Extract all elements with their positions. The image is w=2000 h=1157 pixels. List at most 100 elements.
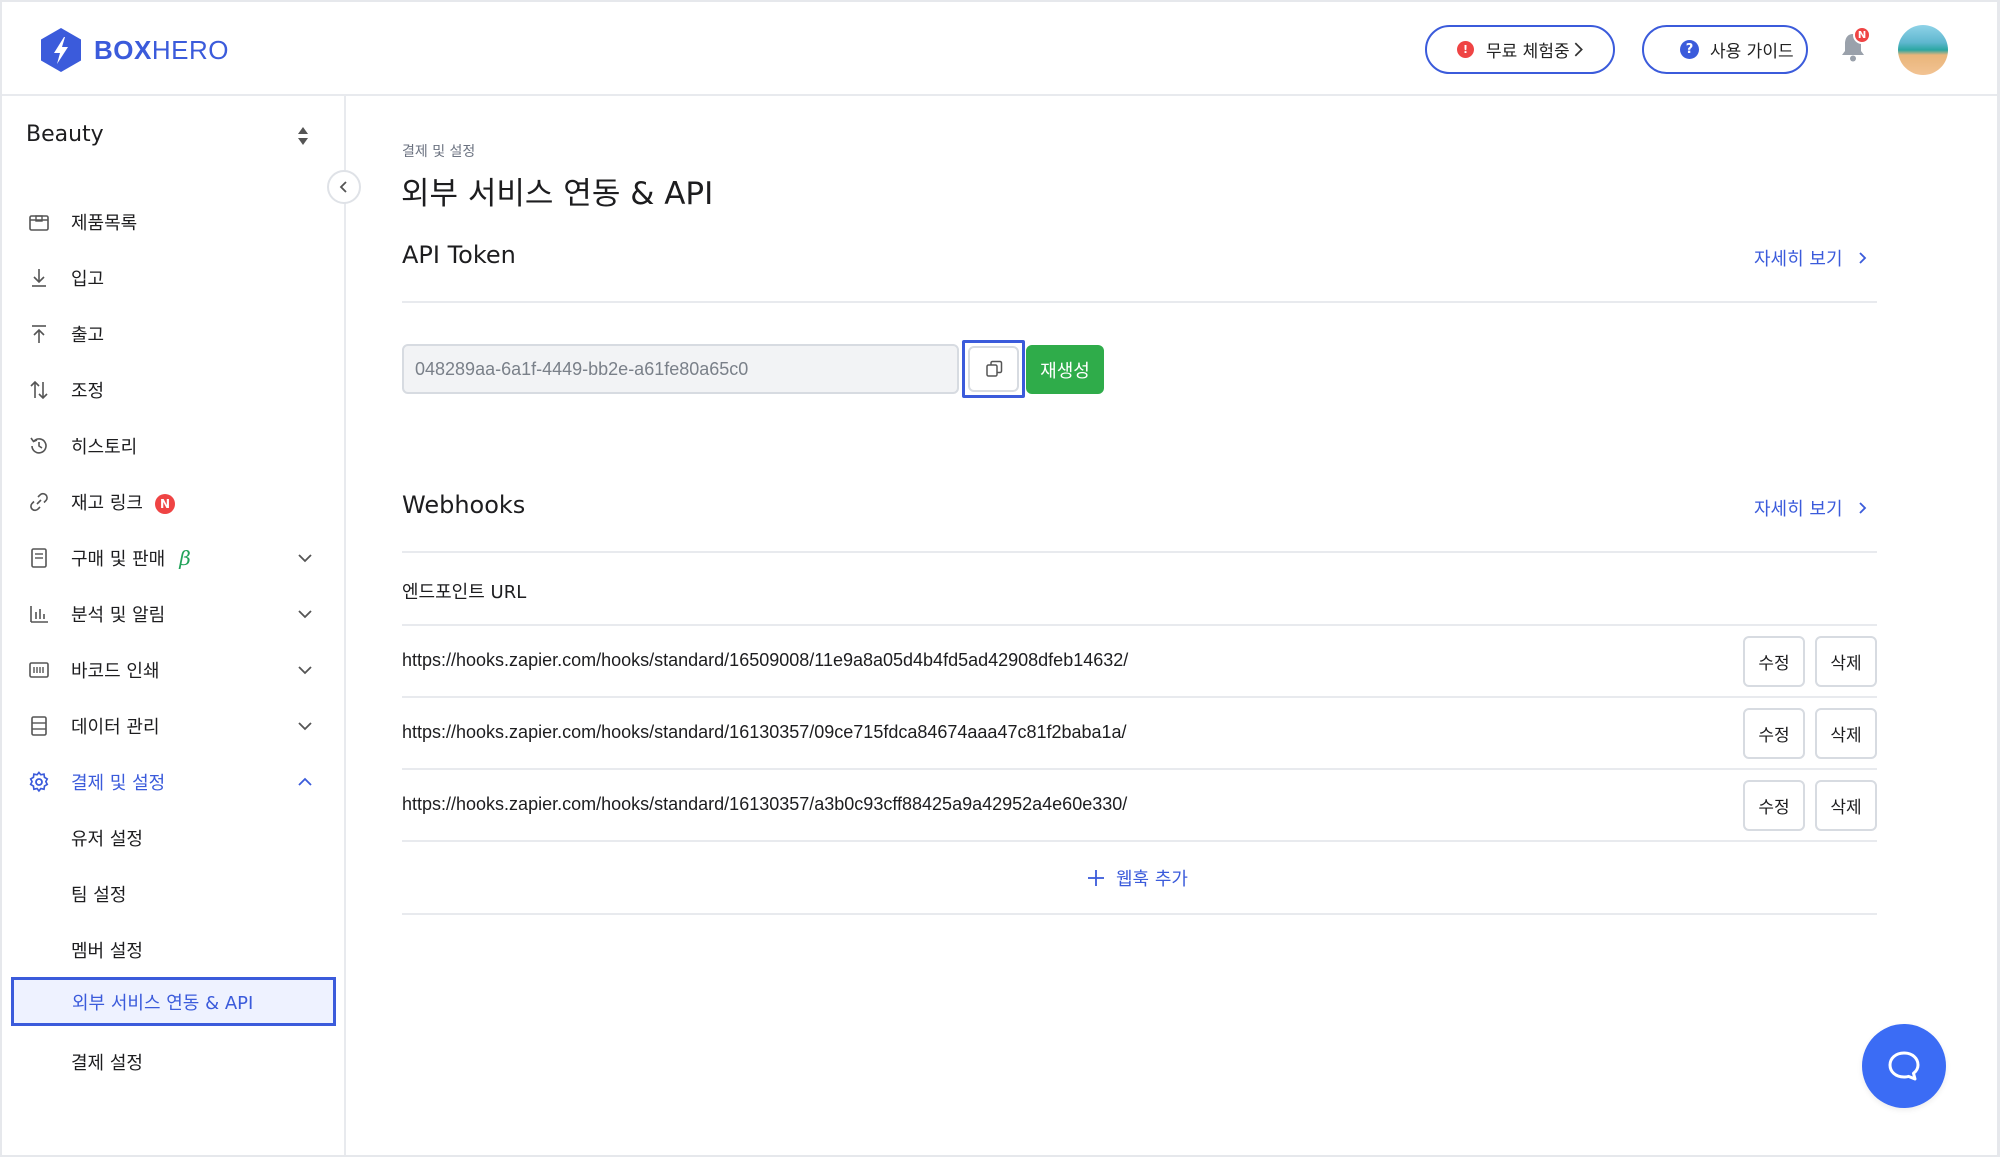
sidebar-item-analytics[interactable]: 분석 및 알림 (2, 592, 346, 636)
sidebar-subitem-label: 멤버 설정 (71, 941, 143, 962)
sidebar-item-label-wrap: 구매 및 판매 β (71, 545, 191, 571)
add-webhook-label: 웹훅 추가 (1116, 869, 1188, 890)
edit-webhook-button[interactable]: 수정 (1743, 636, 1805, 687)
sidebar-item-label: 바코드 인쇄 (71, 661, 160, 682)
sidebar-item-products[interactable]: 제품목록 (2, 200, 346, 244)
sidebar-item-label-wrap: 재고 링크 N (71, 489, 175, 515)
boxhero-logo-icon (41, 28, 81, 72)
edit-webhook-button[interactable]: 수정 (1743, 780, 1805, 831)
document-icon (31, 548, 47, 568)
chevron-left-icon (339, 181, 347, 193)
user-guide-button[interactable]: ? 사용 가이드 (1642, 25, 1808, 74)
chevron-down-icon (298, 610, 312, 619)
sidebar-item-label: 데이터 관리 (71, 717, 160, 738)
swap-icon (30, 380, 48, 400)
upload-icon (32, 325, 46, 343)
chevron-down-icon (298, 722, 312, 731)
sidebar-subitem-integrations-api[interactable]: 외부 서비스 연동 & API (11, 977, 336, 1026)
new-badge: N (154, 494, 175, 514)
webhooks-title: Webhooks (402, 491, 526, 519)
download-icon (32, 269, 46, 287)
sidebar-item-settings[interactable]: 결제 및 설정 (2, 760, 346, 804)
sidebar-item-outbound[interactable]: 출고 (2, 312, 346, 356)
sidebar-item-label: 조정 (71, 381, 105, 402)
webhooks-more-link-label: 자세히 보기 (1754, 499, 1843, 520)
api-more-link-label: 자세히 보기 (1754, 249, 1843, 270)
webhook-url: https://hooks.zapier.com/hooks/standard/… (402, 650, 1129, 670)
sidebar-item-purchase-sales[interactable]: 구매 및 판매 β (2, 536, 346, 580)
table-row: https://hooks.zapier.com/hooks/standard/… (402, 770, 1877, 842)
sort-arrows-icon[interactable] (296, 126, 310, 146)
free-trial-label: 무료 체험중 (1486, 42, 1570, 62)
sidebar-subitem-label: 유저 설정 (71, 829, 143, 850)
copy-token-button[interactable] (962, 340, 1025, 398)
sidebar-subitem-billing[interactable]: 결제 설정 (2, 1040, 346, 1084)
api-more-link[interactable]: 자세히 보기 (1754, 245, 1869, 271)
chevron-down-icon (298, 666, 312, 675)
chevron-down-icon (298, 554, 312, 563)
chat-bubble-icon (1888, 1051, 1920, 1081)
plus-icon (1088, 870, 1104, 886)
delete-webhook-button[interactable]: 삭제 (1815, 636, 1877, 687)
notification-badge: N (1853, 26, 1871, 44)
collapse-sidebar-button[interactable] (327, 170, 361, 204)
sidebar-item-adjust[interactable]: 조정 (2, 368, 346, 412)
database-icon (31, 716, 47, 736)
free-trial-button[interactable]: ! 무료 체험중 (1425, 25, 1615, 74)
beta-badge: β (179, 546, 191, 570)
help-icon: ? (1680, 40, 1699, 59)
sidebar-item-data[interactable]: 데이터 관리 (2, 704, 346, 748)
team-selector-label[interactable]: Beauty (26, 122, 104, 147)
sidebar-subitem-team-settings[interactable]: 팀 설정 (2, 872, 346, 916)
sidebar-item-inbound[interactable]: 입고 (2, 256, 346, 300)
add-webhook-button[interactable]: 웹훅 추가 (1086, 865, 1188, 891)
bar-chart-icon (30, 606, 48, 623)
boxhero-wordmark: BOXHERO (94, 34, 229, 65)
chevron-up-icon (298, 777, 312, 786)
api-token-field[interactable]: 048289aa-6a1f-4449-bb2e-a61fe80a65c0 (402, 344, 959, 394)
main-content: 결제 및 설정 외부 서비스 연동 & API API Token 자세히 보기… (346, 96, 1997, 1155)
endpoint-url-column-header: 엔드포인트 URL (402, 582, 527, 603)
sidebar-item-barcode[interactable]: 바코드 인쇄 (2, 648, 346, 692)
webhook-url: https://hooks.zapier.com/hooks/standard/… (402, 722, 1127, 742)
sidebar-item-history[interactable]: 히스토리 (2, 424, 346, 468)
history-icon (30, 437, 47, 454)
webhook-url: https://hooks.zapier.com/hooks/standard/… (402, 794, 1128, 814)
sidebar-subitem-label: 팀 설정 (71, 885, 127, 906)
gear-icon (29, 771, 49, 793)
sidebar-item-label: 히스토리 (71, 437, 138, 458)
page-title: 외부 서비스 연동 & API (401, 176, 714, 212)
sidebar-item-stock-link[interactable]: 재고 링크 N (2, 480, 346, 524)
link-icon (30, 492, 48, 512)
sidebar-item-label: 입고 (71, 269, 105, 290)
delete-webhook-button[interactable]: 삭제 (1815, 708, 1877, 759)
sidebar-subitem-user-settings[interactable]: 유저 설정 (2, 816, 346, 860)
barcode-icon (29, 662, 49, 678)
sidebar-item-label: 제품목록 (71, 213, 138, 234)
sidebar: Beauty 제품목록 입고 출고 조정 히스토리 재고 링크 N 구매 및 판매… (2, 96, 346, 1155)
user-guide-label: 사용 가이드 (1710, 42, 1794, 62)
chevron-right-icon (1858, 502, 1866, 514)
sidebar-subitem-member-settings[interactable]: 멤버 설정 (2, 928, 346, 972)
edit-webhook-button[interactable]: 수정 (1743, 708, 1805, 759)
copy-icon (985, 360, 1002, 377)
copy-button-inner (968, 346, 1019, 392)
avatar[interactable] (1898, 25, 1948, 75)
divider (402, 551, 1877, 553)
sidebar-item-label: 재고 링크 (71, 493, 143, 514)
sidebar-subitem-label: 외부 서비스 연동 & API (72, 992, 254, 1014)
top-header: BOXHERO ! 무료 체험중 ? 사용 가이드 N (2, 2, 1997, 96)
divider (402, 913, 1877, 915)
webhooks-more-link[interactable]: 자세히 보기 (1754, 495, 1869, 521)
alert-icon: ! (1457, 41, 1474, 58)
sidebar-item-label: 구매 및 판매 (71, 549, 166, 570)
chat-support-button[interactable] (1862, 1024, 1946, 1108)
breadcrumb[interactable]: 결제 및 설정 (402, 141, 475, 161)
delete-webhook-button[interactable]: 삭제 (1815, 780, 1877, 831)
regenerate-token-button[interactable]: 재생성 (1026, 345, 1104, 394)
boxhero-logo[interactable]: BOXHERO (40, 27, 229, 73)
divider (402, 301, 1877, 303)
chevron-right-icon (1574, 42, 1583, 57)
chevron-right-icon (1858, 252, 1866, 264)
sidebar-item-label: 분석 및 알림 (71, 605, 166, 626)
